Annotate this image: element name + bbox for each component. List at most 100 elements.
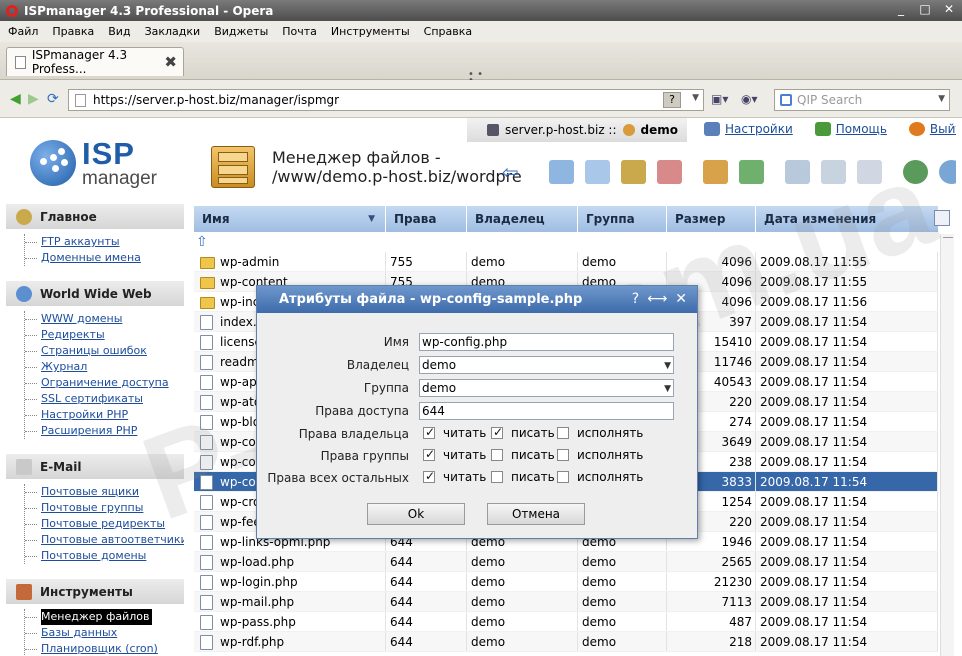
column-group[interactable]: Группа xyxy=(578,206,667,232)
access-input[interactable]: 644 xyxy=(419,402,674,420)
write-checkbox[interactable] xyxy=(491,471,503,483)
download-icon[interactable] xyxy=(903,160,928,184)
sidebar-item-log[interactable]: Журнал xyxy=(25,359,169,375)
menu-help[interactable]: Справка xyxy=(424,25,472,38)
sidebar-item-php-extensions[interactable]: Расширения PHP xyxy=(25,423,169,439)
sidebar-item-php-settings[interactable]: Настройки PHP xyxy=(25,407,169,423)
menu-tools[interactable]: Инструменты xyxy=(331,25,410,38)
browser-tab[interactable]: ISPmanager 4.3 Profess... ✖ xyxy=(6,47,184,76)
menu-widgets[interactable]: Виджеты xyxy=(214,25,268,38)
tabbar-resize-handle[interactable]: • • • xyxy=(468,70,484,86)
maximize-button[interactable]: □ xyxy=(918,2,932,16)
menu-bookmarks[interactable]: Закладки xyxy=(145,25,201,38)
delete-icon[interactable] xyxy=(657,160,682,184)
table-row[interactable]: wp-load.php 644 demo demo 2565 2009.08.17 11:… xyxy=(194,552,938,572)
columns-config-icon[interactable] xyxy=(934,210,950,226)
menu-view[interactable]: Вид xyxy=(108,25,130,38)
exec-checkbox[interactable] xyxy=(557,427,569,439)
sidebar-item-mail-groups[interactable]: Почтовые группы xyxy=(25,500,188,516)
settings-link[interactable]: Настройки xyxy=(704,122,793,136)
help-link[interactable]: Помощь xyxy=(814,122,887,136)
chevron-down-icon[interactable]: ▼ xyxy=(938,94,945,104)
back-arrow-icon[interactable]: ⇦ xyxy=(502,162,519,182)
properties-icon[interactable] xyxy=(621,160,646,184)
move-icon[interactable] xyxy=(857,160,882,184)
column-rights[interactable]: Права xyxy=(386,206,467,232)
sidebar-item-autoresponders[interactable]: Почтовые автоответчики xyxy=(25,532,188,548)
sidebar-item-ftp-accounts[interactable]: FTP аккаунты xyxy=(25,234,141,250)
sidebar-item-access-restriction[interactable]: Ограничение доступа xyxy=(25,375,169,391)
table-row[interactable]: wp-rdf.php 644 demo demo 218 2009.08.17 11:54 xyxy=(194,632,938,652)
new-file-icon[interactable] xyxy=(549,160,574,184)
help-icon[interactable]: ? xyxy=(632,286,639,313)
minimize-button[interactable]: _ xyxy=(894,2,908,16)
menu-edit[interactable]: Правка xyxy=(52,25,94,38)
cell-name[interactable]: wp-login.php xyxy=(194,572,386,591)
read-checkbox[interactable] xyxy=(423,469,435,483)
table-row[interactable]: wp-admin 755 demo demo 4096 2009.08.17 11:55 xyxy=(194,252,938,272)
cell-name[interactable]: wp-admin xyxy=(194,252,386,271)
exec-checkbox[interactable] xyxy=(557,449,569,461)
owner-select[interactable]: demo ▼ xyxy=(419,356,674,374)
sidebar-section-email[interactable]: E-Mail xyxy=(6,454,184,479)
sidebar-item-file-manager[interactable]: Менеджер файлов xyxy=(25,609,152,625)
table-row[interactable]: wp-login.php 644 demo demo 21230 2009.08.17 1… xyxy=(194,572,938,592)
name-input[interactable]: wp-config.php xyxy=(419,333,674,351)
sidebar-item-cron[interactable]: Планировщик (cron) xyxy=(25,641,158,656)
table-row[interactable]: wp-mail.php 644 demo demo 7113 2009.08.17 11:… xyxy=(194,592,938,612)
cell-name[interactable]: wp-load.php xyxy=(194,552,386,571)
cell-name[interactable]: wp-rdf.php xyxy=(194,632,386,651)
sidebar-item-error-pages[interactable]: Страницы ошибок xyxy=(25,343,169,359)
cell-name[interactable]: wp-mail.php xyxy=(194,592,386,611)
reload-icon[interactable]: ⟳ xyxy=(47,92,59,106)
extract-icon[interactable] xyxy=(739,160,764,184)
sidebar-item-ssl-certificates[interactable]: SSL сертификаты xyxy=(25,391,169,407)
read-checkbox[interactable] xyxy=(423,447,435,461)
upload-icon[interactable] xyxy=(939,160,956,184)
chevron-down-icon[interactable]: ▼ xyxy=(692,93,699,103)
archive-icon[interactable] xyxy=(703,160,728,184)
exec-checkbox[interactable] xyxy=(557,471,569,483)
close-icon[interactable]: ✕ xyxy=(675,286,687,313)
read-checkbox[interactable] xyxy=(423,425,435,439)
turbo-icon[interactable]: ◉▾ xyxy=(741,92,758,106)
sidebar-item-mail-domains[interactable]: Почтовые домены xyxy=(25,548,188,564)
sidebar-item-databases[interactable]: Базы данных xyxy=(25,625,158,641)
paste-icon[interactable] xyxy=(821,160,846,184)
write-checkbox[interactable] xyxy=(491,425,503,439)
search-input[interactable]: QIP Search ▼ xyxy=(774,89,950,111)
column-name[interactable]: Имя ▼ xyxy=(194,206,386,232)
sidebar-item-domain-names[interactable]: Доменные имена xyxy=(25,250,141,266)
menu-file[interactable]: Файл xyxy=(8,25,38,38)
copy-icon[interactable] xyxy=(785,160,810,184)
logout-link[interactable]: Выйти xyxy=(908,122,956,136)
cell-name[interactable]: wp-pass.php xyxy=(194,612,386,631)
cancel-button[interactable]: Отмена xyxy=(487,503,585,525)
sidebar-section-www[interactable]: World Wide Web xyxy=(6,281,184,306)
group-select[interactable]: demo ▼ xyxy=(419,379,674,397)
sidebar-item-www-domains[interactable]: WWW домены xyxy=(25,311,169,327)
sidebar-section-main[interactable]: Главное xyxy=(6,204,184,229)
forward-icon[interactable]: ▶ xyxy=(28,92,39,106)
table-row[interactable]: wp-pass.php 644 demo demo 487 2009.08.17 11:5… xyxy=(194,612,938,632)
column-size[interactable]: Размер xyxy=(667,206,756,232)
write-checkbox[interactable] xyxy=(491,449,503,461)
sidebar-item-redirects[interactable]: Редиректы xyxy=(25,327,169,343)
menu-mail[interactable]: Почта xyxy=(282,25,317,38)
close-tab-icon[interactable]: ✖ xyxy=(164,53,177,71)
column-owner[interactable]: Владелец xyxy=(467,206,578,232)
search-engine-icon[interactable] xyxy=(780,94,792,106)
resize-icon[interactable]: ⟷ xyxy=(647,286,667,313)
sidebar-section-tools[interactable]: Инструменты xyxy=(6,579,184,604)
screenshot-icon[interactable]: ▣▾ xyxy=(711,92,728,106)
vertical-scrollbar[interactable] xyxy=(940,234,954,656)
parent-directory-icon[interactable]: ⇧ xyxy=(196,234,216,252)
back-icon[interactable]: ◀ xyxy=(10,92,21,106)
ok-button[interactable]: Ok xyxy=(367,503,465,525)
sidebar-item-mail-redirects[interactable]: Почтовые редиректы xyxy=(25,516,188,532)
dialog-titlebar[interactable]: Атрибуты файла - wp-config-sample.php ? … xyxy=(257,286,697,313)
address-field[interactable]: https://server.p-host.biz/manager/ispmgr… xyxy=(68,89,704,111)
close-window-button[interactable]: ✕ xyxy=(942,2,956,16)
column-date[interactable]: Дата изменения xyxy=(756,206,938,232)
edit-file-icon[interactable] xyxy=(585,160,610,184)
